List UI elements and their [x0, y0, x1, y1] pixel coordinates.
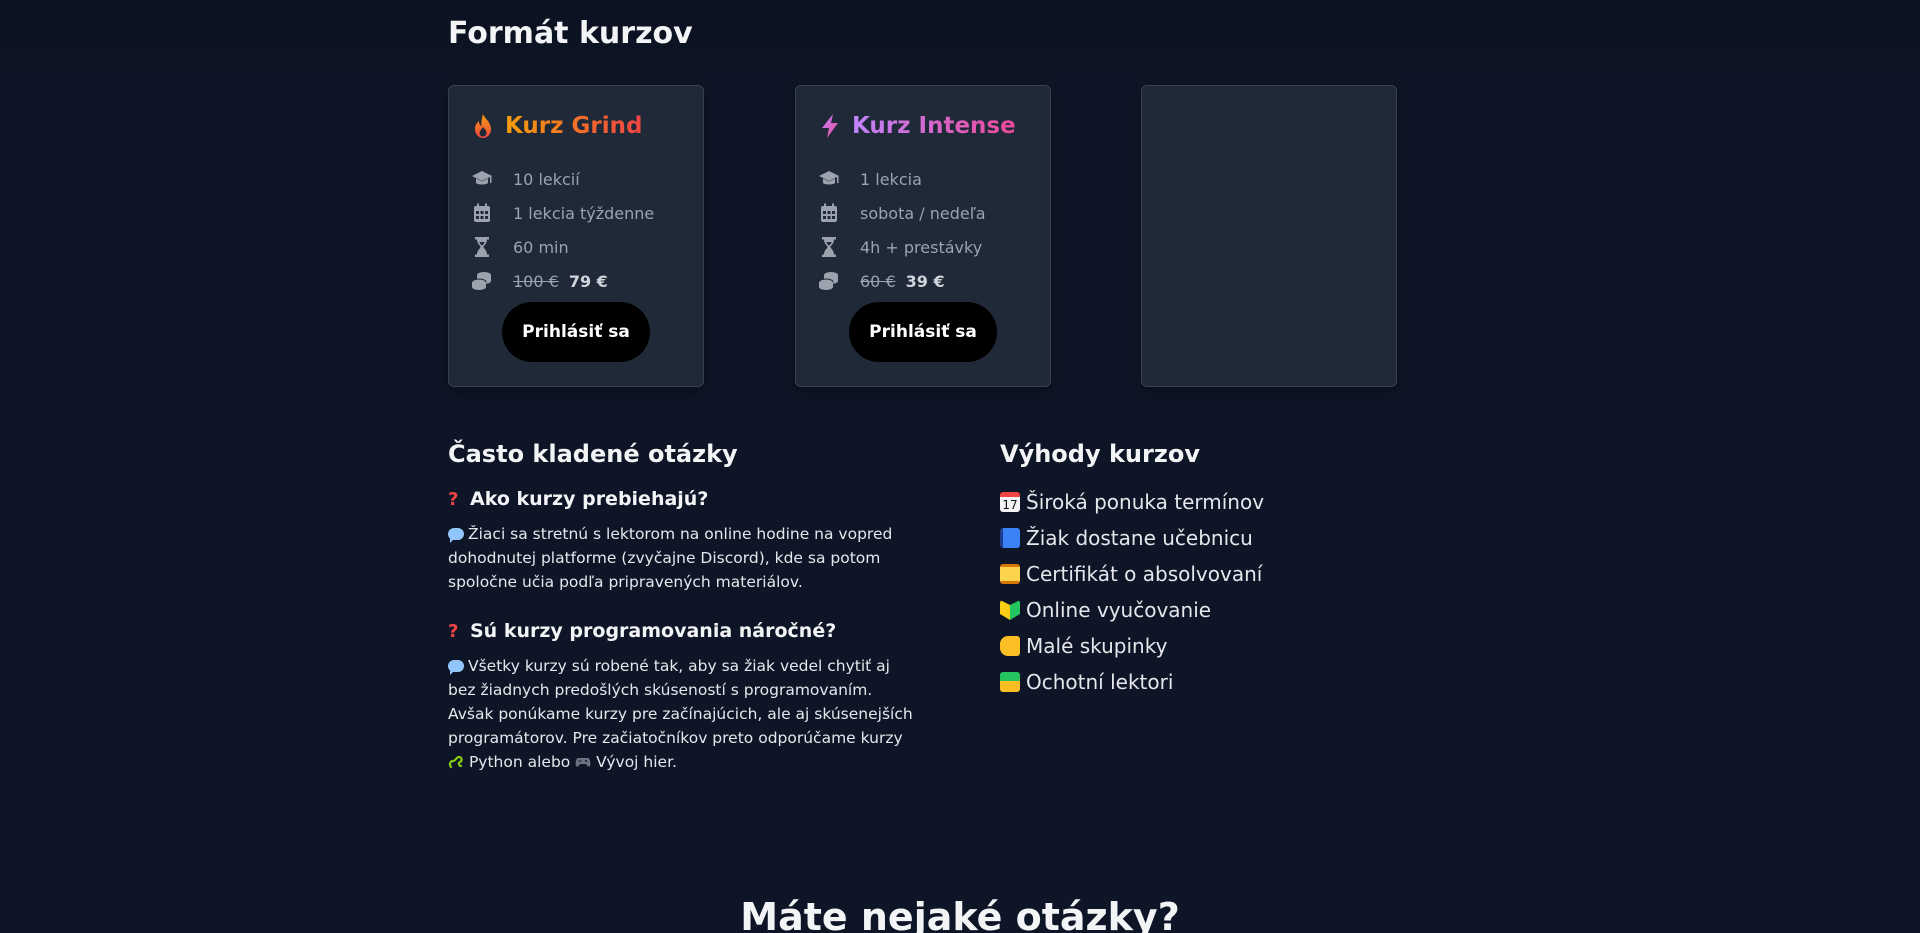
feature-text: sobota / nedeľa [860, 203, 986, 223]
benefit-text: Ochotní lektori [1026, 670, 1174, 694]
feature-list: 10 lekcií 1 lekcia týždenne 60 min 100 € [471, 162, 654, 298]
beginner-emoji-icon [1000, 600, 1020, 620]
old-price: 100 € [513, 271, 559, 291]
graduation-cap-icon [818, 168, 840, 190]
benefits-list: 17 Široká ponuka termínov Žiak dostane u… [1000, 484, 1460, 700]
faq-answer: Všetky kurzy sú robené tak, aby sa žiak … [448, 654, 918, 774]
benefits-title: Výhody kurzov [1000, 440, 1200, 468]
feature-item: sobota / nedeľa [818, 196, 986, 230]
scroll-emoji-icon [1000, 564, 1020, 584]
coins-icon [818, 270, 840, 292]
benefit-item: 17 Široká ponuka termínov [1000, 484, 1460, 520]
card-title: Kurz Intense [852, 113, 1016, 139]
signup-button[interactable]: Prihlásiť sa [502, 302, 650, 362]
benefit-text: Online vyučovanie [1026, 598, 1212, 622]
feature-item: 10 lekcií [471, 162, 654, 196]
faq-title: Často kladené otázky [448, 440, 738, 468]
answer-text: Všetky kurzy sú robené tak, aby sa žiak … [448, 657, 913, 747]
feature-text: 10 lekcií [513, 169, 580, 189]
feature-text: 4h + prestávky [860, 237, 983, 257]
game-controller-icon [575, 758, 591, 767]
feature-item: 1 lekcia týždenne [471, 196, 654, 230]
teacher-emoji-icon [1000, 672, 1020, 692]
feature-text: 60 min [513, 237, 569, 257]
calendar-icon [471, 202, 493, 224]
faq-section: Často kladené otázky ? Ako kurzy prebieh… [448, 440, 918, 774]
calendar-emoji-icon: 17 [1000, 492, 1020, 512]
faq-question: ? Ako kurzy prebiehajú? [448, 488, 918, 510]
benefit-item: Malé skupinky [1000, 628, 1460, 664]
hourglass-icon [471, 236, 493, 258]
benefit-text: Široká ponuka termínov [1026, 490, 1265, 514]
benefit-text: Certifikát o absolvovaní [1026, 562, 1263, 586]
benefit-item: Žiak dostane učebnicu [1000, 520, 1460, 556]
calendar-icon [818, 202, 840, 224]
course-card-grind: Kurz Grind 10 lekcií 1 lekcia týždenne 6… [448, 85, 704, 387]
benefit-item: Online vyučovanie [1000, 592, 1460, 628]
card-title: Kurz Grind [505, 113, 643, 139]
pointing-hand-emoji-icon [1000, 636, 1020, 656]
fire-icon [471, 112, 495, 140]
benefit-text: Žiak dostane učebnicu [1026, 526, 1253, 550]
top-glow [0, 0, 1920, 90]
feature-item: 60 min [471, 230, 654, 264]
book-emoji-icon [1000, 528, 1020, 548]
answer-text: alebo [527, 753, 571, 771]
course-card-empty [1141, 85, 1397, 387]
python-snake-icon [448, 755, 463, 769]
benefit-text: Malé skupinky [1026, 634, 1168, 658]
question-mark-icon: ? [448, 620, 459, 642]
new-price: 39 € [905, 271, 945, 291]
game-dev-link[interactable]: Vývoj hier. [596, 753, 677, 771]
benefit-item: Certifikát o absolvovaní [1000, 556, 1460, 592]
feature-list: 1 lekcia sobota / nedeľa 4h + prestávky … [818, 162, 986, 298]
section-title: Formát kurzov [448, 16, 693, 51]
answer-text: Žiaci sa stretnú s lektorom na online ho… [448, 525, 893, 591]
speech-bubble-icon [448, 660, 464, 675]
card-header: Kurz Intense [818, 112, 1016, 140]
question-text: Sú kurzy programovania náročné? [470, 620, 837, 642]
price-item: 60 € 39 € [818, 264, 986, 298]
old-price: 60 € [860, 271, 896, 291]
graduation-cap-icon [471, 168, 493, 190]
feature-item: 4h + prestávky [818, 230, 986, 264]
price-item: 100 € 79 € [471, 264, 654, 298]
signup-button[interactable]: Prihlásiť sa [849, 302, 997, 362]
contact-heading: Máte nejaké otázky? [740, 895, 1180, 933]
question-text: Ako kurzy prebiehajú? [470, 488, 709, 510]
question-mark-icon: ? [448, 488, 459, 510]
feature-text: 1 lekcia týždenne [513, 203, 655, 223]
faq-question: ? Sú kurzy programovania náročné? [448, 620, 918, 642]
lightning-icon [818, 112, 842, 140]
hourglass-icon [818, 236, 840, 258]
python-link[interactable]: Python [469, 753, 523, 771]
speech-bubble-icon [448, 528, 464, 543]
feature-text: 1 lekcia [860, 169, 922, 189]
coins-icon [471, 270, 493, 292]
feature-item: 1 lekcia [818, 162, 986, 196]
benefit-item: Ochotní lektori [1000, 664, 1460, 700]
card-header: Kurz Grind [471, 112, 642, 140]
new-price: 79 € [568, 271, 608, 291]
course-card-intense: Kurz Intense 1 lekcia sobota / nedeľa 4h… [795, 85, 1051, 387]
faq-answer: Žiaci sa stretnú s lektorom na online ho… [448, 522, 918, 594]
benefits-section: Výhody kurzov 17 Široká ponuka termínov … [1000, 440, 1460, 700]
